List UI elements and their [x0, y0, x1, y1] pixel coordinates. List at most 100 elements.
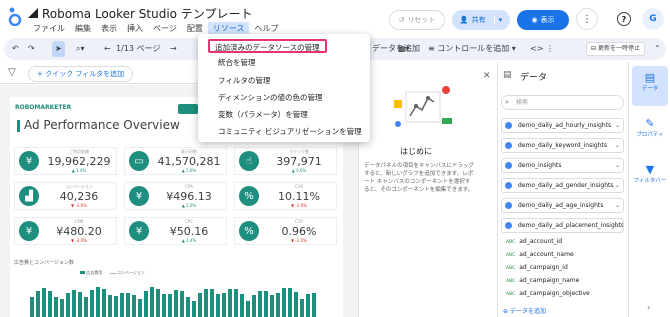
- field-item[interactable]: ABC ad_account_name: [506, 251, 574, 258]
- avatar[interactable]: G: [642, 8, 664, 30]
- chart-bar: [306, 294, 310, 317]
- field-item[interactable]: ABC ad_campaign_name: [506, 277, 579, 284]
- data-source-item[interactable]: demo_daily_ad_hourly_insights ⌄: [501, 118, 624, 133]
- resource-menu-item[interactable]: コミュニティ ビジュアリゼーションを管理: [214, 125, 366, 139]
- kpi-value: ¥50.16: [169, 225, 209, 238]
- resource-menu-item[interactable]: 変数（パラメータ）を管理: [214, 108, 312, 122]
- menu-insert[interactable]: 挿入: [122, 22, 148, 35]
- kpi-delta: ▲ 1.0%: [181, 203, 197, 208]
- welcome-body: データパネルの項目をキャンバスにドラッグすると、新しいグラフを追加できます。レポ…: [364, 163, 475, 193]
- select-pointer-icon[interactable]: ➤: [52, 41, 65, 57]
- collapse-toolbar-icon[interactable]: ⌃: [654, 41, 661, 57]
- resource-menu-item[interactable]: 追加済みのデータソースの管理: [208, 39, 327, 53]
- next-page-icon[interactable]: →: [170, 41, 177, 57]
- side-tab[interactable]: ▼ フィルタバー: [632, 158, 668, 198]
- field-item[interactable]: ABC ad_campaign_objective: [506, 290, 590, 297]
- zoom-icon[interactable]: ⌕▾: [76, 41, 85, 57]
- chart-legend: 広告費用 コンバージョン: [80, 270, 145, 276]
- menu-file[interactable]: ファイル: [28, 22, 70, 35]
- kpi-card[interactable]: ¥ CPC ¥50.16 ▲ 1.4%: [124, 217, 227, 245]
- chart-bar: [108, 295, 112, 317]
- chart-bar: [216, 294, 220, 317]
- chart-bar: [204, 289, 208, 317]
- kpi-card[interactable]: ¥ ご利用金額 19,962,229 ▲ 1.4%: [14, 147, 117, 175]
- add-data-toolbar-button[interactable]: データを追加: [372, 41, 420, 57]
- redo-icon[interactable]: ↷: [28, 41, 35, 57]
- data-source-item[interactable]: demo_daily_ad_gender_insights ⌄: [501, 178, 624, 193]
- kpi-card[interactable]: % CTR 0.96% ▼ -1.0%: [234, 217, 337, 245]
- menu-view[interactable]: 表示: [96, 22, 122, 35]
- more-toolbar-icon[interactable]: ⋮: [546, 41, 554, 57]
- kpi-card[interactable]: ▭ 表示回数 41,570,281 ▲ 5.0%: [124, 147, 227, 175]
- kpi-card[interactable]: ▟ コンバージョン 40,236 ▼ -1.0%: [14, 182, 117, 210]
- kpi-icon: ▟: [19, 186, 39, 206]
- page-indicator[interactable]: 1/13 ページ: [116, 41, 160, 57]
- help-icon[interactable]: ?: [617, 12, 631, 26]
- more-options-button[interactable]: ⋮: [576, 8, 598, 30]
- reset-button[interactable]: ↺ リセット: [389, 10, 445, 30]
- kpi-value: ¥496.13: [166, 190, 212, 203]
- menu-edit[interactable]: 編集: [70, 22, 96, 35]
- resource-menu-item[interactable]: フィルタの管理: [214, 74, 274, 88]
- menu-page[interactable]: ページ: [148, 22, 182, 35]
- add-chart-icon[interactable]: ▦▾: [398, 41, 410, 57]
- side-tab[interactable]: ✎ プロパティ: [632, 112, 668, 152]
- resource-menu-item[interactable]: ディメンションの値の色の管理: [214, 91, 326, 105]
- legend-swatch-cost: [80, 271, 85, 274]
- filter-icon[interactable]: ▽: [8, 67, 16, 78]
- expand-chevron-icon[interactable]: ⌄: [615, 139, 620, 152]
- data-source-item[interactable]: demo_daily_ad_placement_insights ⌄: [501, 218, 624, 233]
- prev-page-icon[interactable]: ←: [104, 41, 111, 57]
- kpi-icon: %: [239, 186, 259, 206]
- looker-studio-logo-icon[interactable]: [8, 6, 22, 26]
- chevron-down-icon[interactable]: ▾: [493, 16, 502, 24]
- chart-bar: [186, 297, 190, 317]
- undo-icon[interactable]: ↶: [12, 41, 19, 57]
- expand-chevron-icon[interactable]: ⌄: [615, 179, 620, 192]
- field-name: ad_campaign_name: [519, 277, 580, 284]
- expand-chevron-icon[interactable]: ⌄: [615, 219, 620, 232]
- data-source-name: demo_daily_ad_gender_insights: [518, 182, 614, 189]
- chart-bar: [162, 294, 166, 317]
- expand-panel-icon[interactable]: ›: [647, 303, 650, 312]
- expand-chevron-icon[interactable]: ⌄: [615, 119, 620, 132]
- data-source-name: demo_daily_ad_placement_insights: [518, 222, 624, 229]
- add-data-button[interactable]: ⊕ データを追加: [503, 306, 546, 315]
- kpi-icon: ¥: [19, 221, 39, 241]
- data-source-item[interactable]: demo_insights ⌄: [501, 158, 624, 173]
- side-tab-icon: ▤: [644, 71, 656, 84]
- data-search-input[interactable]: 検索: [501, 95, 624, 110]
- field-type-icon: ABC: [506, 292, 516, 297]
- kpi-card[interactable]: ¥ CPM ¥480.20 ▼ -3.4%: [14, 217, 117, 245]
- legend-swatch-conversion: [109, 273, 116, 274]
- data-source-item[interactable]: demo_daily_ad_age_insights ⌄: [501, 198, 624, 213]
- kpi-icon: ¥: [19, 151, 39, 171]
- view-button[interactable]: ◉ 表示: [517, 10, 569, 30]
- side-tab[interactable]: ▤ データ: [632, 66, 668, 106]
- close-icon[interactable]: ✕: [483, 71, 491, 81]
- field-item[interactable]: ABC ad_account_id: [506, 238, 562, 245]
- quick-filter-button[interactable]: + クイック フィルタを追加: [28, 66, 134, 82]
- cost-conversion-chart[interactable]: [22, 277, 332, 317]
- chart-bar: [264, 291, 268, 317]
- code-embed-icon[interactable]: <>: [530, 41, 543, 57]
- report-title[interactable]: Roboma Looker Studio テンプレート: [42, 5, 252, 22]
- share-button[interactable]: 👤 共有 ▾: [452, 10, 510, 30]
- pause-updates-button[interactable]: ⊟ 更新を一時停止: [586, 42, 645, 56]
- kpi-value: ¥480.20: [56, 225, 102, 238]
- kpi-delta: ▲ 5.0%: [181, 168, 197, 173]
- expand-chevron-icon[interactable]: ⌄: [615, 199, 620, 212]
- chart-bar: [240, 294, 244, 317]
- expand-chevron-icon[interactable]: ⌄: [615, 159, 620, 172]
- field-item[interactable]: ABC ad_campaign_id: [506, 264, 568, 271]
- add-control-button[interactable]: ≡ コントロールを追加 ▾: [428, 41, 516, 57]
- data-source-item[interactable]: demo_daily_keyword_insights ⌄: [501, 138, 624, 153]
- resource-menu-item[interactable]: 統合を管理: [214, 56, 260, 70]
- chart-bar: [300, 299, 304, 317]
- welcome-illustration-icon: [394, 86, 452, 127]
- kpi-card[interactable]: ☝ クリック数 397,971 ▲ 0.0%: [234, 147, 337, 175]
- kpi-card[interactable]: % CVR 10.11% ▼ -1.0%: [234, 182, 337, 210]
- field-type-icon: ABC: [506, 266, 516, 271]
- chart-bar: [54, 297, 58, 317]
- kpi-card[interactable]: ¥ CPA ¥496.13 ▲ 1.0%: [124, 182, 227, 210]
